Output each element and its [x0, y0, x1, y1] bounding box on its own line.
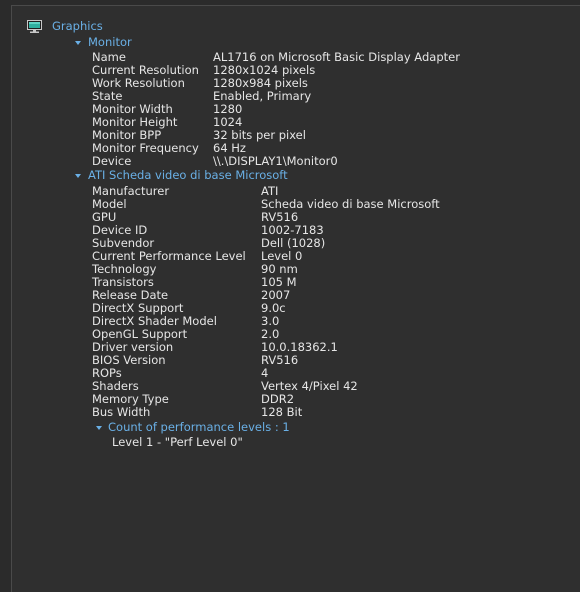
chevron-down-icon[interactable] [75, 174, 81, 178]
tree-node-performance-levels[interactable]: Count of performance levels : 1 [108, 421, 290, 434]
tree-node-adapter[interactable]: ATI Scheda video di base Microsoft [88, 169, 288, 182]
property-value: \\.\DISPLAY1\Monitor0 [213, 154, 338, 168]
property-value: 128 Bit [261, 405, 303, 419]
property-label: Bus Width [92, 405, 151, 419]
chevron-down-icon[interactable] [96, 426, 102, 430]
tree-node-monitor[interactable]: Monitor [88, 36, 132, 49]
property-label: Device [92, 154, 132, 168]
tree-node-graphics[interactable]: Graphics [52, 20, 103, 33]
chevron-down-icon[interactable] [75, 41, 81, 45]
monitor-icon [27, 20, 42, 33]
performance-level-item: Level 1 - "Perf Level 0" [112, 435, 243, 449]
